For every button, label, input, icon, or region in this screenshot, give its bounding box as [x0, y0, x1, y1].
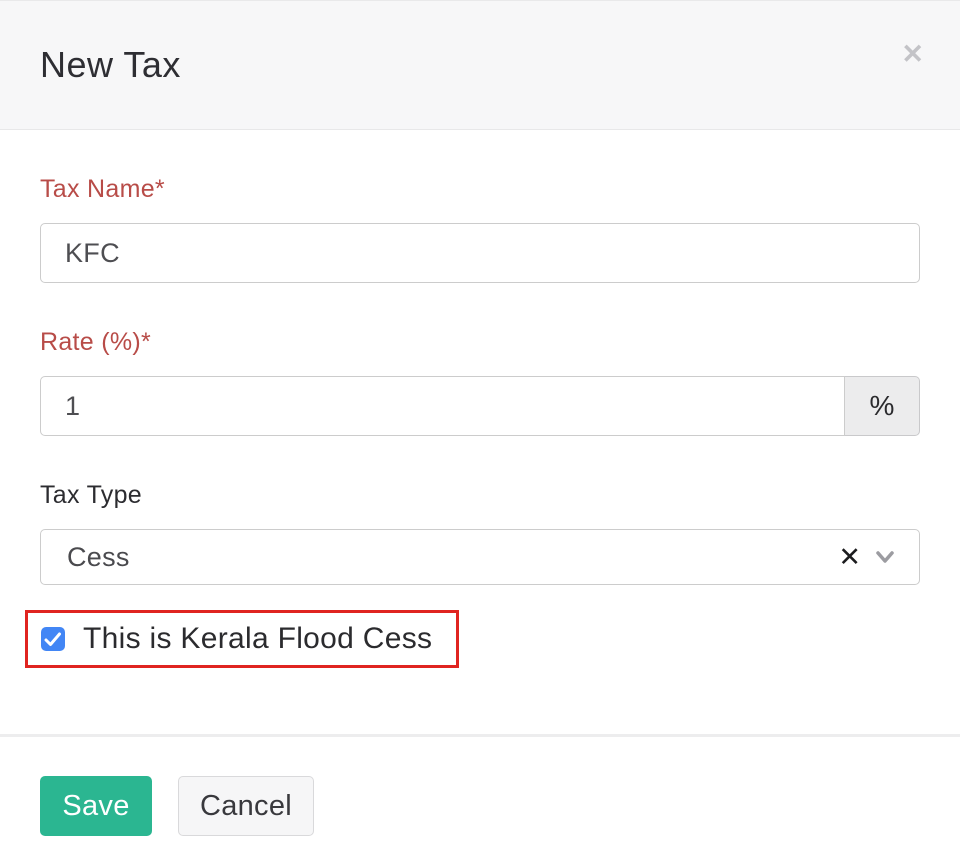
annotation-highlight-box: This is Kerala Flood Cess: [25, 610, 459, 668]
modal-body: Tax Name* Rate (%)* % Tax Type Cess ✕ Th…: [0, 175, 960, 668]
rate-label: Rate (%)*: [40, 328, 920, 357]
percent-addon: %: [845, 376, 920, 436]
chevron-down-icon[interactable]: [871, 547, 899, 567]
tax-type-select[interactable]: Cess ✕: [40, 529, 920, 585]
rate-input[interactable]: [40, 376, 845, 436]
kerala-flood-cess-checkbox[interactable]: [41, 627, 65, 651]
rate-input-group: %: [40, 376, 920, 436]
tax-name-input[interactable]: [40, 223, 920, 283]
kerala-flood-cess-label: This is Kerala Flood Cess: [83, 622, 432, 656]
clear-selection-icon[interactable]: ✕: [838, 544, 861, 571]
modal-header: New Tax ✕: [0, 0, 960, 130]
save-button[interactable]: Save: [40, 776, 152, 836]
tax-name-label: Tax Name*: [40, 175, 920, 204]
modal-footer: Save Cancel: [0, 737, 960, 836]
tax-type-label: Tax Type: [40, 481, 920, 510]
modal-title: New Tax: [40, 44, 181, 86]
checkmark-icon: [44, 632, 62, 647]
close-icon[interactable]: ✕: [901, 41, 924, 68]
cancel-button[interactable]: Cancel: [178, 776, 314, 836]
tax-type-selected-value: Cess: [67, 542, 838, 573]
